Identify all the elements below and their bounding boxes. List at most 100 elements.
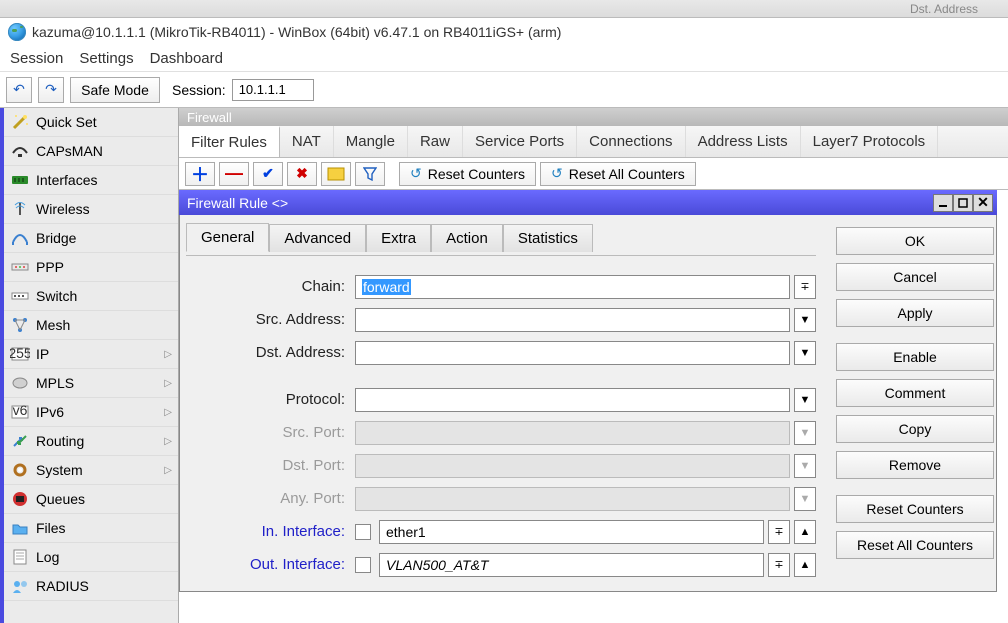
disable-button[interactable]: ✖	[287, 162, 317, 186]
protocol-label: Protocol:	[186, 391, 351, 408]
comment-button[interactable]: Comment	[836, 379, 994, 407]
dialog-tab-action[interactable]: Action	[431, 224, 503, 252]
dialog-tab-extra[interactable]: Extra	[366, 224, 431, 252]
firewall-tab-service-ports[interactable]: Service Ports	[463, 126, 577, 157]
sidebar-item-switch[interactable]: Switch	[4, 282, 178, 311]
dialog-tab-advanced[interactable]: Advanced	[269, 224, 366, 252]
dialog-tab-general[interactable]: General	[186, 223, 269, 252]
minimize-button[interactable]	[933, 194, 953, 212]
safe-mode-button[interactable]: Safe Mode	[70, 77, 160, 103]
maximize-button[interactable]	[953, 194, 973, 212]
sidebar-item-queues[interactable]: Queues	[4, 485, 178, 514]
menu-dashboard[interactable]: Dashboard	[150, 50, 223, 67]
sidebar-item-system[interactable]: System▷	[4, 456, 178, 485]
chain-input[interactable]: forward	[355, 275, 790, 299]
sidebar-item-routing[interactable]: Routing▷	[4, 427, 178, 456]
out-interface-label[interactable]: Out. Interface:	[186, 556, 351, 573]
firewall-tab-connections[interactable]: Connections	[577, 126, 685, 157]
in-interface-input[interactable]: ether1	[379, 520, 764, 544]
sidebar-item-radius[interactable]: RADIUS	[4, 572, 178, 601]
apply-button[interactable]: Apply	[836, 299, 994, 327]
protocol-input[interactable]	[355, 388, 790, 412]
dialog-titlebar[interactable]: Firewall Rule <> ✕	[179, 190, 997, 215]
submenu-arrow-icon: ▷	[164, 378, 172, 389]
routing-icon	[10, 431, 30, 451]
sidebar-item-ipv6[interactable]: v6IPv6▷	[4, 398, 178, 427]
sidebar-item-quick-set[interactable]: Quick Set	[4, 108, 178, 137]
ip-icon: 255	[10, 344, 30, 364]
field-src-port: Src. Port: ▼	[186, 416, 816, 449]
remove-button[interactable]: —	[219, 162, 249, 186]
funnel-icon	[363, 167, 377, 181]
filter-button[interactable]	[355, 162, 385, 186]
cancel-button[interactable]: Cancel	[836, 263, 994, 291]
comment-button[interactable]	[321, 162, 351, 186]
protocol-dropdown[interactable]: ▼	[794, 388, 816, 412]
sidebar-item-files[interactable]: Files	[4, 514, 178, 543]
firewall-tab-nat[interactable]: NAT	[280, 126, 334, 157]
counter-icon: ↺	[410, 165, 422, 182]
enable-button[interactable]: ✔	[253, 162, 283, 186]
top-toolbar: ↶ ↷ Safe Mode Session: 10.1.1.1	[0, 72, 1008, 108]
svg-text:v6: v6	[13, 402, 28, 418]
firewall-tab-address-lists[interactable]: Address Lists	[686, 126, 801, 157]
undo-button[interactable]: ↶	[6, 77, 32, 103]
submenu-arrow-icon: ▷	[164, 436, 172, 447]
reset-all-counters-button[interactable]: Reset All Counters	[836, 531, 994, 559]
radius-icon	[10, 576, 30, 596]
in-interface-not-checkbox[interactable]	[355, 524, 371, 540]
out-interface-up[interactable]: ▲	[794, 553, 816, 577]
sidebar-item-mpls[interactable]: MPLS▷	[4, 369, 178, 398]
sidebar-item-wireless[interactable]: Wireless	[4, 195, 178, 224]
field-dst-port: Dst. Port: ▼	[186, 449, 816, 482]
sidebar-item-label: Log	[36, 549, 172, 565]
dst-address-dropdown[interactable]: ▼	[794, 341, 816, 365]
firewall-tab-filter-rules[interactable]: Filter Rules	[179, 126, 280, 157]
firewall-tab-raw[interactable]: Raw	[408, 126, 463, 157]
reset-counters-button[interactable]: Reset Counters	[836, 495, 994, 523]
sidebar-item-label: CAPsMAN	[36, 143, 172, 159]
window-title: kazuma@10.1.1.1 (MikroTik-RB4011) - WinB…	[32, 24, 561, 40]
bridge-icon	[10, 228, 30, 248]
sidebar-item-ip[interactable]: 255IP▷	[4, 340, 178, 369]
firewall-tab-mangle[interactable]: Mangle	[334, 126, 408, 157]
close-button[interactable]: ✕	[973, 194, 993, 212]
copy-button[interactable]: Copy	[836, 415, 994, 443]
dst-address-input[interactable]	[355, 341, 790, 365]
sidebar-item-label: System	[36, 462, 158, 478]
sidebar-item-capsman[interactable]: CAPsMAN	[4, 137, 178, 166]
src-port-dropdown: ▼	[794, 421, 816, 445]
src-address-dropdown[interactable]: ▼	[794, 308, 816, 332]
sidebar-item-mesh[interactable]: Mesh	[4, 311, 178, 340]
ok-button[interactable]: OK	[836, 227, 994, 255]
firewall-tab-layer7-protocols[interactable]: Layer7 Protocols	[801, 126, 939, 157]
in-interface-dropdown[interactable]: ∓	[768, 520, 790, 544]
in-interface-label[interactable]: In. Interface:	[186, 523, 351, 540]
redo-button[interactable]: ↷	[38, 77, 64, 103]
sidebar-item-log[interactable]: Log	[4, 543, 178, 572]
out-interface-value: VLAN500_AT&T	[386, 557, 488, 573]
dialog-tab-statistics[interactable]: Statistics	[503, 224, 593, 252]
in-interface-up[interactable]: ▲	[794, 520, 816, 544]
sidebar-item-label: IP	[36, 346, 158, 362]
session-value[interactable]: 10.1.1.1	[232, 79, 314, 101]
add-button[interactable]: ＋	[185, 162, 215, 186]
reset-all-counters-button[interactable]: ↺ Reset All Counters	[540, 162, 696, 186]
enable-button[interactable]: Enable	[836, 343, 994, 371]
menu-settings[interactable]: Settings	[79, 50, 133, 67]
sidebar-item-label: Interfaces	[36, 172, 172, 188]
out-interface-dropdown[interactable]: ∓	[768, 553, 790, 577]
chain-label: Chain:	[186, 278, 351, 295]
sidebar-item-interfaces[interactable]: Interfaces	[4, 166, 178, 195]
sidebar-item-bridge[interactable]: Bridge	[4, 224, 178, 253]
out-interface-input[interactable]: VLAN500_AT&T	[379, 553, 764, 577]
antenna-icon	[10, 199, 30, 219]
out-interface-not-checkbox[interactable]	[355, 557, 371, 573]
src-address-input[interactable]	[355, 308, 790, 332]
firewall-tabs: Filter RulesNATMangleRawService PortsCon…	[179, 126, 1008, 158]
menu-session[interactable]: Session	[10, 50, 63, 67]
reset-counters-button[interactable]: ↺ Reset Counters	[399, 162, 536, 186]
sidebar-item-ppp[interactable]: PPP	[4, 253, 178, 282]
chain-dropdown[interactable]: ∓	[794, 275, 816, 299]
remove-button[interactable]: Remove	[836, 451, 994, 479]
